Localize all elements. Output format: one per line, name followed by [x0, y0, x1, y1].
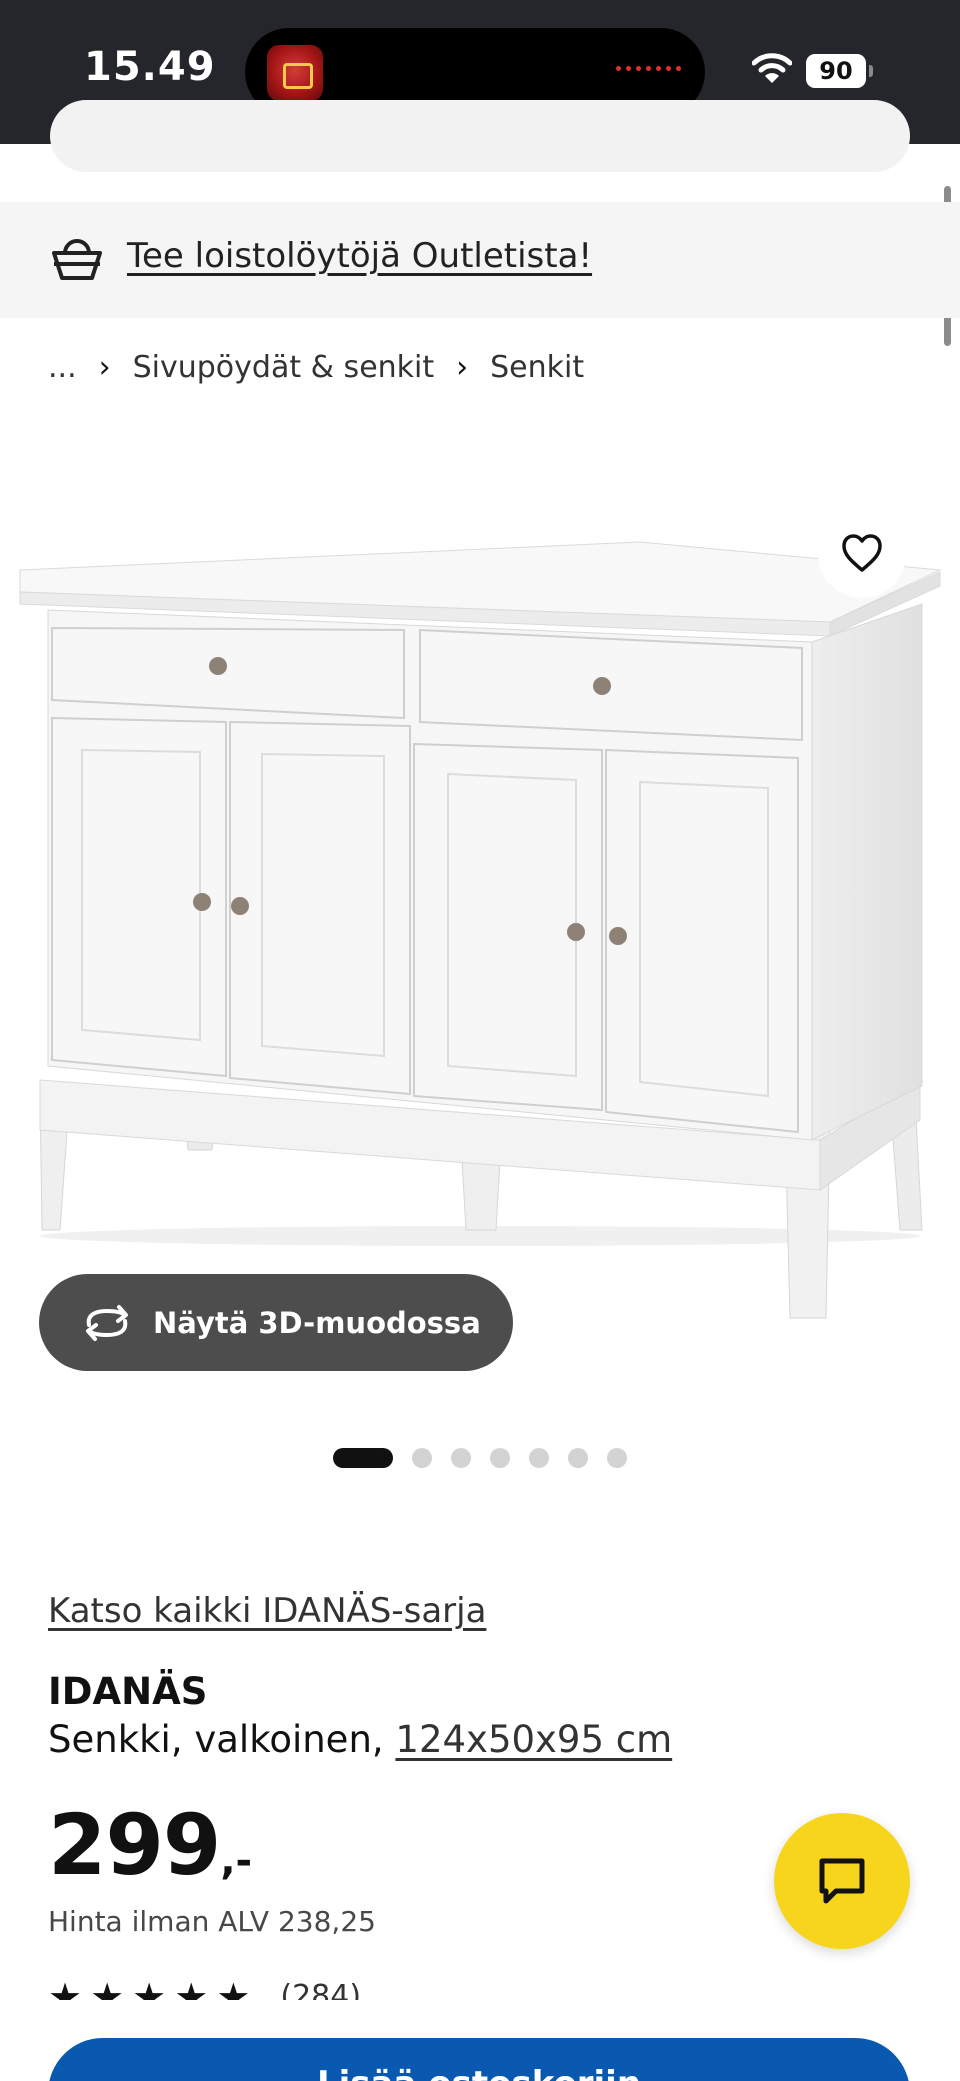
favorite-button[interactable]	[818, 510, 906, 598]
product-price: 299,-	[48, 1796, 252, 1894]
half-star-icon: ★	[216, 1978, 251, 2000]
battery-indicator: 90	[806, 54, 873, 88]
chat-button[interactable]	[774, 1813, 910, 1949]
add-to-cart-button[interactable]: Lisää ostoskoriin	[48, 2038, 910, 2081]
view-3d-label: Näytä 3D-muodossa	[153, 1305, 481, 1340]
outlet-link[interactable]: Tee loistolöytöjä Outletista!	[127, 236, 592, 276]
outlet-banner[interactable]: Tee loistolöytöjä Outletista!	[0, 202, 960, 318]
star-icon: ★	[132, 1978, 167, 2000]
breadcrumb-separator: ›	[456, 350, 469, 385]
product-description: Senkki, valkoinen, 124x50x95 cm	[48, 1718, 672, 1761]
series-link[interactable]: Katso kaikki IDANÄS-sarja	[48, 1591, 486, 1631]
breadcrumb: ... › Sivupöydät & senkit › Senkit	[48, 350, 584, 385]
breadcrumb-sideboards[interactable]: Sivupöydät & senkit	[133, 350, 435, 385]
price-excl-vat: Hinta ilman ALV 238,25	[48, 1905, 376, 1938]
search-bar[interactable]	[50, 100, 910, 172]
status-time: 15.49	[84, 44, 216, 90]
breadcrumb-ellipsis[interactable]: ...	[48, 350, 77, 385]
carousel-dot[interactable]	[412, 1448, 432, 1468]
star-icon: ★	[174, 1978, 209, 2000]
star-icon: ★	[48, 1978, 83, 2000]
review-count: (284)	[280, 1979, 362, 2000]
carousel-dot[interactable]	[607, 1448, 627, 1468]
price-suffix: ,-	[220, 1838, 253, 1884]
price-amount: 299	[48, 1796, 221, 1894]
carousel-dot[interactable]	[490, 1448, 510, 1468]
chat-icon	[819, 1858, 865, 1904]
product-image[interactable]	[0, 500, 960, 1370]
now-playing-app-icon	[267, 45, 323, 101]
carousel-dot[interactable]	[451, 1448, 471, 1468]
wifi-icon	[752, 53, 792, 83]
rating[interactable]: ★ ★ ★ ★ ★ (284)	[48, 1978, 361, 2000]
product-type: Senkki, valkoinen,	[48, 1718, 396, 1761]
carousel-indicator	[333, 1448, 627, 1468]
heart-icon	[842, 534, 882, 572]
rotate-icon	[86, 1304, 128, 1341]
star-icon: ★	[90, 1978, 125, 2000]
audio-waveform-icon	[616, 66, 681, 71]
breadcrumb-separator: ›	[98, 350, 111, 385]
shopping-basket-icon	[52, 239, 102, 280]
product-dimensions-link[interactable]: 124x50x95 cm	[395, 1718, 672, 1761]
carousel-dot[interactable]	[529, 1448, 549, 1468]
breadcrumb-senkit[interactable]: Senkit	[490, 350, 584, 385]
carousel-dot-active[interactable]	[333, 1448, 393, 1468]
carousel-dot[interactable]	[568, 1448, 588, 1468]
view-3d-button[interactable]: Näytä 3D-muodossa	[39, 1274, 513, 1371]
product-name: IDANÄS	[48, 1670, 208, 1713]
